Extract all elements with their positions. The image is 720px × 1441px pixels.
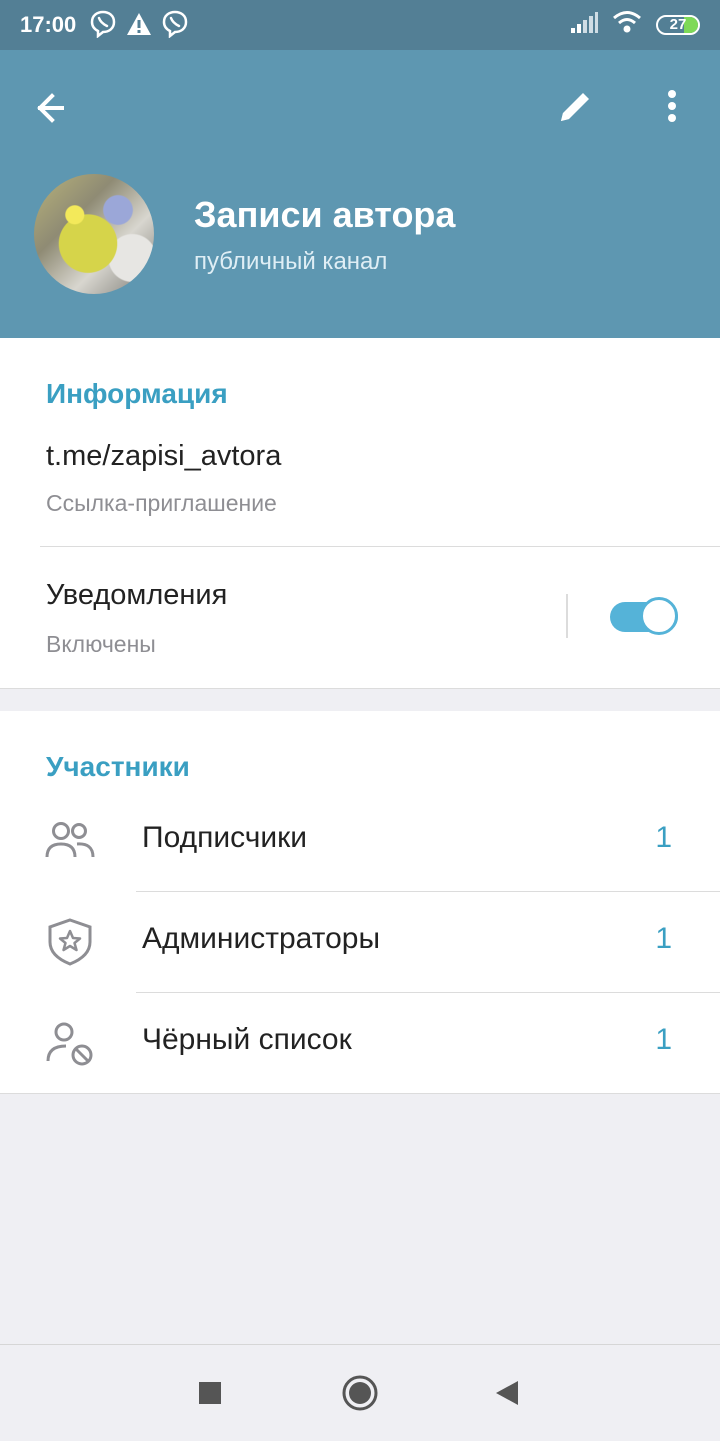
notifications-toggle[interactable] xyxy=(610,597,678,635)
administrators-row[interactable]: Администраторы 1 xyxy=(0,892,720,992)
status-bar: 17:00 27 xyxy=(0,0,720,50)
channel-subtitle: публичный канал xyxy=(194,248,388,275)
subscribers-label: Подписчики xyxy=(142,821,308,854)
system-icons: 27 xyxy=(570,10,700,39)
blacklist-count: 1 xyxy=(655,1023,672,1056)
home-button[interactable] xyxy=(340,1373,380,1413)
arrow-left-icon xyxy=(37,93,64,123)
blacklist-row[interactable]: Чёрный список 1 xyxy=(0,993,720,1093)
notifications-status: Включены xyxy=(46,631,156,657)
status-time: 17:00 xyxy=(20,12,77,37)
signal-icon xyxy=(570,10,598,39)
system-navigation-bar xyxy=(0,1344,720,1441)
subscribers-count: 1 xyxy=(655,821,672,854)
more-vertical-icon xyxy=(668,90,676,122)
viber-icon xyxy=(162,10,188,43)
notification-icons xyxy=(90,10,188,43)
wifi-icon xyxy=(612,10,642,39)
back-button[interactable] xyxy=(30,86,80,130)
blacklist-label: Чёрный список xyxy=(142,1023,352,1056)
warning-icon xyxy=(126,11,152,42)
channel-title: Записи автора xyxy=(194,194,456,235)
edit-button[interactable] xyxy=(552,86,600,130)
notifications-label: Уведомления xyxy=(46,579,228,611)
recent-apps-button[interactable] xyxy=(190,1373,230,1413)
members-section-title: Участники xyxy=(46,751,190,782)
channel-header: Записи автора публичный канал xyxy=(0,50,720,338)
invite-link-row[interactable]: t.me/zapisi_avtora Ссылка-приглашение xyxy=(0,422,720,546)
users-icon xyxy=(44,817,96,865)
notifications-row[interactable]: Уведомления Включены xyxy=(0,547,560,687)
toggle-separator xyxy=(566,594,568,638)
administrators-label: Администраторы xyxy=(142,922,381,955)
viber-icon xyxy=(90,10,116,43)
info-section-title: Информация xyxy=(46,378,228,409)
invite-link-caption: Ссылка-приглашение xyxy=(46,490,277,516)
user-blocked-icon xyxy=(44,1019,96,1067)
triangle-back-icon xyxy=(496,1381,518,1405)
invite-link-value: t.me/zapisi_avtora xyxy=(46,440,282,472)
more-options-button[interactable] xyxy=(652,84,692,132)
square-icon xyxy=(199,1382,221,1404)
home-circle-icon xyxy=(342,1375,378,1411)
toggle-knob xyxy=(640,597,678,635)
battery-level: 27 xyxy=(669,15,687,33)
members-card: Участники Подписчики 1 Администраторы 1 … xyxy=(0,711,720,1093)
subscribers-row[interactable]: Подписчики 1 xyxy=(0,791,720,891)
back-nav-button[interactable] xyxy=(488,1373,528,1413)
battery-icon: 27 xyxy=(656,14,700,35)
shield-star-icon xyxy=(44,918,96,966)
info-card: Информация t.me/zapisi_avtora Ссылка-при… xyxy=(0,338,720,688)
channel-avatar[interactable] xyxy=(34,174,154,294)
administrators-count: 1 xyxy=(655,922,672,955)
pencil-icon xyxy=(561,93,589,121)
